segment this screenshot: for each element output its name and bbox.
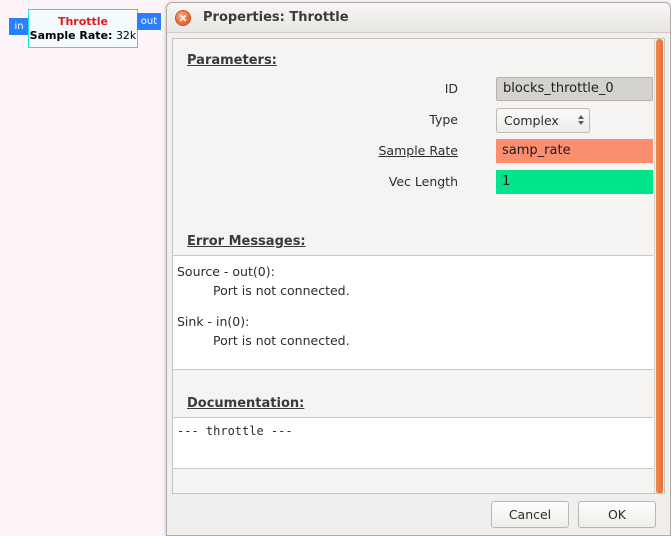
error-messages-heading: Error Messages: (187, 234, 306, 249)
close-icon[interactable] (175, 9, 191, 26)
vec-length-field[interactable]: 1 (496, 169, 653, 194)
sample-rate-field[interactable]: samp_rate (496, 138, 653, 163)
cancel-button[interactable]: Cancel (491, 501, 569, 528)
dialog-action-bar: Cancel OK (172, 494, 665, 535)
error-source-detail: Port is not connected. (213, 283, 350, 298)
error-messages-pane: Source - out(0): Port is not connected. … (173, 255, 653, 370)
parameters-heading: Parameters: (187, 53, 277, 68)
error-source-header: Source - out(0): (177, 264, 275, 279)
param-row-sample-rate: Sample Rate samp_rate (173, 138, 653, 163)
param-row-type: Type Complex (173, 107, 653, 133)
param-label-vec-length: Vec Length (388, 174, 458, 189)
documentation-text: --- throttle --- (177, 424, 293, 438)
type-field-wrap: Complex (496, 107, 590, 133)
error-sink-header: Sink - in(0): (177, 314, 250, 329)
block-parameter-label: Sample Rate: (29, 28, 113, 42)
flowgraph-block-throttle[interactable]: Throttle Sample Rate: 32k (28, 9, 138, 48)
param-label-id: ID (444, 81, 458, 96)
parameters-form: ID blocks_throttle_0 Type Complex Sample… (173, 74, 664, 194)
type-dropdown[interactable]: Complex (496, 107, 590, 133)
ok-button[interactable]: OK (578, 501, 656, 528)
param-label-type: Type (429, 112, 458, 127)
documentation-heading: Documentation: (187, 396, 305, 411)
dialog-titlebar[interactable]: Properties: Throttle (167, 3, 670, 33)
id-field[interactable]: blocks_throttle_0 (496, 76, 653, 101)
error-sink-detail: Port is not connected. (213, 333, 350, 348)
properties-scroll-area[interactable]: Parameters: ID blocks_throttle_0 Type Co… (173, 39, 664, 493)
block-title: Throttle (57, 14, 109, 28)
param-row-id: ID blocks_throttle_0 (173, 76, 653, 101)
dialog-body: Parameters: ID blocks_throttle_0 Type Co… (167, 33, 670, 535)
documentation-pane[interactable]: --- throttle --- (173, 417, 653, 469)
properties-panel: Parameters: ID blocks_throttle_0 Type Co… (172, 38, 665, 494)
properties-scrollbar[interactable] (654, 39, 664, 493)
param-label-sample-rate: Sample Rate (378, 143, 458, 158)
dialog-title: Properties: Throttle (203, 10, 349, 25)
block-parameter-value: 32k (115, 28, 137, 42)
type-selected-value: Complex (504, 112, 559, 128)
param-row-vec-length: Vec Length 1 (173, 169, 653, 194)
block-parameter-summary: Sample Rate: 32k (30, 29, 137, 43)
block-output-port[interactable]: out (137, 13, 161, 30)
scrollbar-thumb[interactable] (656, 39, 663, 493)
error-separator (177, 300, 643, 312)
chevron-updown-icon[interactable] (578, 115, 584, 125)
properties-dialog: Properties: Throttle Parameters: ID bloc… (166, 2, 671, 536)
block-input-port[interactable]: in (9, 18, 29, 35)
